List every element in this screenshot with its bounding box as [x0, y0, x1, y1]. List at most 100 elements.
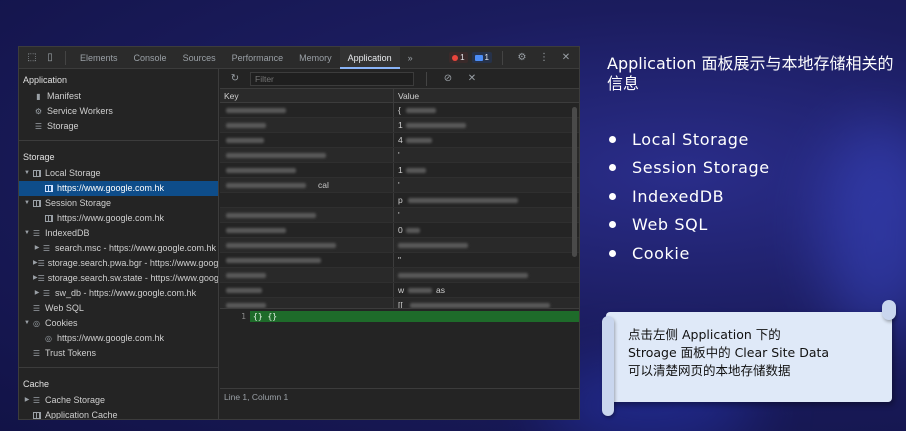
table-row[interactable]: { [220, 103, 579, 118]
value-cell: 4 [394, 133, 579, 147]
value-cell: w as [398, 285, 445, 295]
sidebar-item-session-storage-origin[interactable]: https://www.google.com.hk [19, 211, 218, 226]
sidebar-item-session-storage[interactable]: ▼ Session Storage [19, 196, 218, 211]
list-item: Session Storage [607, 154, 770, 183]
tab-memory[interactable]: Memory [291, 47, 340, 69]
sidebar-item-application-cache[interactable]: Application Cache [19, 408, 218, 419]
table-row[interactable]: 1 [220, 163, 579, 178]
sidebar-item-label: Local Storage [45, 168, 101, 178]
expand-arrow-icon[interactable]: ▼ [23, 196, 31, 211]
database-icon: ☰ [34, 122, 43, 131]
sidebar-item-cookies-origin[interactable]: ◎ https://www.google.com.hk [19, 331, 218, 346]
key-cell [220, 253, 394, 267]
value-preview-editor[interactable]: 1 {} {} Line 1, Column 1 [220, 308, 579, 404]
sidebar-item-cookies[interactable]: ▼ ◎ Cookies [19, 316, 218, 331]
message-badge[interactable]: 1 [471, 52, 492, 63]
sidebar-item-service-workers[interactable]: ⚙ Service Workers [19, 104, 218, 119]
expand-arrow-icon[interactable]: ▶ [33, 286, 41, 301]
toolbar-divider [426, 71, 427, 86]
sidebar-item-trust-tokens[interactable]: ☰ Trust Tokens [19, 346, 218, 361]
table-row[interactable]: 1 [220, 118, 579, 133]
column-header-key[interactable]: Key [220, 89, 394, 102]
cookie-icon: ◎ [33, 319, 40, 328]
tab-elements[interactable]: Elements [72, 47, 126, 69]
editor-status-bar: Line 1, Column 1 [220, 388, 579, 404]
sidebar-item-label: Application Cache [45, 410, 118, 419]
list-item: Web SQL [607, 211, 770, 240]
grid-icon [43, 184, 54, 193]
expand-arrow-icon[interactable]: ▶ [23, 393, 31, 408]
sidebar-item-label: sw_db - https://www.google.com.hk [55, 288, 197, 298]
tab-sources[interactable]: Sources [175, 47, 224, 69]
sidebar-item-label: https://www.google.com.hk [57, 183, 165, 193]
table-row[interactable]: ' [220, 148, 579, 163]
more-tabs-button[interactable]: » [400, 47, 421, 69]
database-icon: ☰ [42, 289, 51, 298]
sidebar-item-storage[interactable]: ☰ Storage [19, 119, 218, 134]
table-row[interactable]: [[ [220, 298, 579, 308]
table-row[interactable]: ' [220, 208, 579, 223]
table-row[interactable]: cal ' [220, 178, 579, 193]
sidebar-item-indexeddb-db[interactable]: ▶ ☰ search.msc - https://www.google.com.… [19, 241, 218, 256]
key-cell: cal [220, 178, 394, 192]
sidebar-item-label: search.msc - https://www.google.com.hk [55, 243, 217, 253]
sidebar-item-indexeddb-db[interactable]: ▶ ☰ sw_db - https://www.google.com.hk [19, 286, 218, 301]
sidebar-item-label: IndexedDB [45, 228, 90, 238]
table-row[interactable]: w as [220, 283, 579, 298]
value-cell: ' [398, 180, 400, 190]
key-cell [220, 163, 394, 177]
sidebar-item-local-storage[interactable]: ▼ Local Storage [19, 166, 218, 181]
refresh-icon[interactable]: ↻ [226, 70, 244, 88]
scroll-curl-icon [602, 316, 614, 416]
table-row[interactable] [220, 238, 579, 253]
table-row[interactable] [220, 268, 579, 283]
sidebar-item-label: Cookies [45, 318, 78, 328]
value-cell: 1 [394, 118, 579, 132]
expand-arrow-icon[interactable]: ▼ [23, 226, 31, 241]
sidebar-item-local-storage-origin[interactable]: https://www.google.com.hk [19, 181, 218, 196]
clear-all-icon[interactable]: ⊘ [439, 70, 457, 88]
key-cell [220, 283, 394, 297]
tab-application[interactable]: Application [339, 47, 400, 69]
database-icon: ☰ [42, 244, 51, 253]
sidebar-item-manifest[interactable]: ▮ Manifest [19, 89, 218, 104]
key-cell [220, 118, 394, 132]
tab-performance[interactable]: Performance [224, 47, 292, 69]
table-row[interactable]: 0 [220, 223, 579, 238]
sidebar-item-indexeddb-db[interactable]: ▶ ☰ storage.search.sw.state - https://ww… [19, 271, 218, 286]
database-icon: ☰ [37, 259, 45, 268]
sidebar-item-indexeddb-db[interactable]: ▶ ☰ storage.search.pwa.bgr - https://www… [19, 256, 218, 271]
message-icon [474, 54, 483, 61]
expand-arrow-icon[interactable]: ▼ [23, 316, 31, 331]
table-row[interactable]: p [220, 193, 579, 208]
sidebar-item-cache-storage[interactable]: ▶ ☰ Cache Storage [19, 393, 218, 408]
table-row[interactable]: " [220, 253, 579, 268]
kv-table-body: { 1 4 ' 1 cal ' p ' 0 " w as [[ [220, 103, 579, 308]
section-header-application: Application [23, 75, 68, 85]
delete-selected-icon[interactable]: ✕ [463, 70, 481, 88]
gear-icon[interactable]: ⚙ [513, 49, 531, 67]
application-sidebar: Application ▮ Manifest ⚙ Service Workers… [19, 69, 219, 419]
code-line: 1 {} {} [220, 311, 579, 322]
sidebar-item-indexeddb[interactable]: ▼ ☰ IndexedDB [19, 226, 218, 241]
device-toolbar-icon[interactable]: ▯ [41, 49, 59, 67]
storage-main-pane: ↻ ⊘ ✕ Key Value { 1 4 ' [220, 69, 579, 419]
sidebar-item-web-sql[interactable]: ☰ Web SQL [19, 301, 218, 316]
filter-input[interactable] [250, 71, 414, 86]
tab-console[interactable]: Console [126, 47, 175, 69]
expand-arrow-icon[interactable]: ▶ [33, 241, 41, 256]
sidebar-item-label: Trust Tokens [45, 348, 97, 358]
kebab-menu-icon[interactable]: ⋮ [535, 49, 553, 67]
error-icon [452, 54, 459, 61]
table-row[interactable]: 4 [220, 133, 579, 148]
key-cell [220, 133, 394, 147]
inspect-element-icon[interactable]: ⬚ [23, 49, 41, 67]
error-badge[interactable]: 1 [449, 52, 468, 63]
toolbar-divider [502, 50, 503, 65]
bullet-icon [609, 192, 616, 200]
close-icon[interactable]: ✕ [557, 49, 575, 67]
vertical-scrollbar[interactable] [572, 107, 577, 257]
expand-arrow-icon[interactable]: ▼ [23, 166, 31, 181]
column-header-value[interactable]: Value [394, 89, 419, 102]
bullet-icon [609, 164, 616, 172]
